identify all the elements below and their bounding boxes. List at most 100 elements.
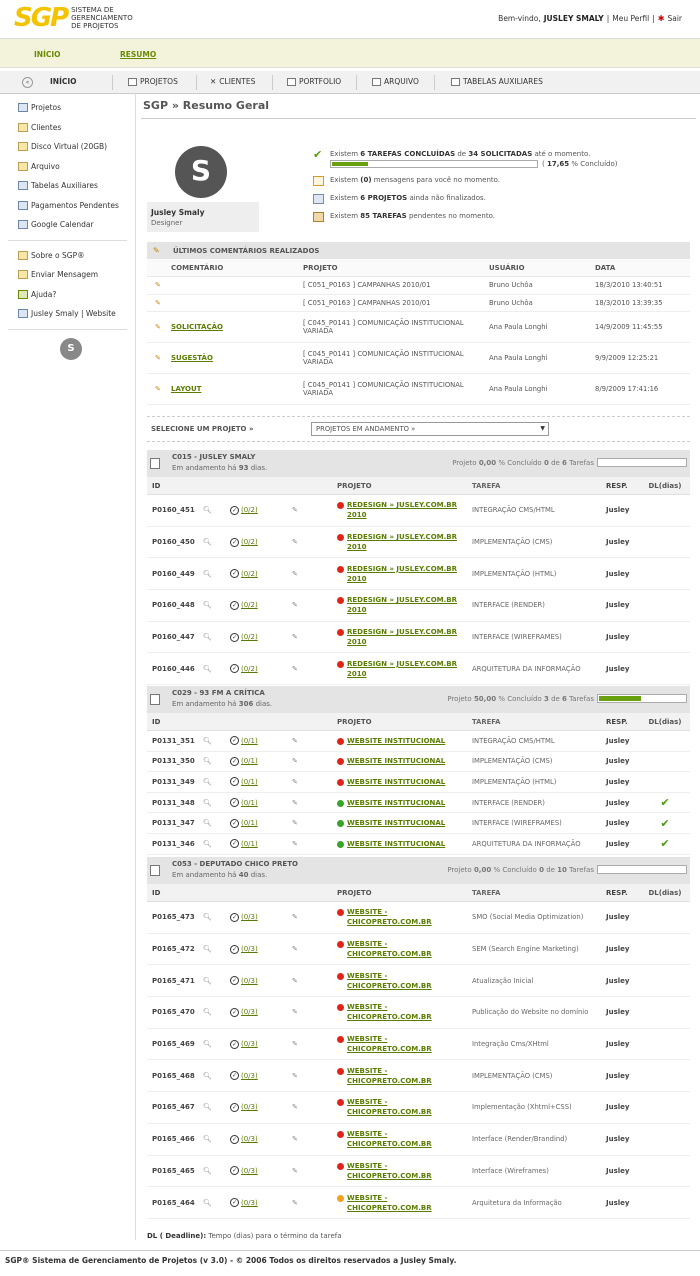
subtasks-link[interactable]: (0/2): [241, 633, 258, 641]
project-code[interactable]: [ C051_P0163 ]: [303, 281, 355, 289]
task-project-link[interactable]: REDESIGN » JUSLEY.COM.BR 2010: [347, 659, 472, 679]
nav-inicio[interactable]: INÍCIO: [50, 77, 77, 86]
sidebar-item-disco[interactable]: Disco Virtual (20GB): [0, 137, 135, 157]
attachment-icon[interactable]: ✎: [292, 1167, 337, 1175]
sidebar-item-sobre[interactable]: Sobre o SGP®: [0, 246, 135, 266]
project-title[interactable]: C053 - DEPUTADO CHICO PRETO: [172, 860, 298, 868]
task-id[interactable]: P0165_471: [147, 977, 203, 985]
magnifier-icon[interactable]: 🔍︎: [203, 1008, 230, 1016]
task-project-link[interactable]: WEBSITE INSTITUCIONAL: [347, 798, 445, 808]
sidebar-item-calendar[interactable]: Google Calendar: [0, 215, 135, 235]
task-id[interactable]: P0165_466: [147, 1135, 203, 1143]
logout-link[interactable]: Sair: [667, 14, 682, 23]
task-id[interactable]: P0131_348: [147, 799, 203, 807]
subtasks-link[interactable]: (0/3): [241, 1040, 258, 1048]
task-id[interactable]: P0160_451: [147, 506, 203, 514]
subtasks-link[interactable]: (0/3): [241, 1135, 258, 1143]
project-code[interactable]: [ C045_P0141 ]: [303, 381, 355, 389]
task-project-link[interactable]: WEBSITE INSTITUCIONAL: [347, 818, 445, 828]
nav-projetos[interactable]: PROJETOS: [128, 77, 178, 86]
attachment-icon[interactable]: ✎: [292, 665, 337, 673]
task-project-link[interactable]: WEBSITE - CHICOPRETO.COM.BR: [347, 971, 472, 991]
task-id[interactable]: P0165_468: [147, 1072, 203, 1080]
subtasks-link[interactable]: (0/1): [241, 840, 258, 848]
attachment-icon[interactable]: ✎: [292, 840, 337, 848]
project-code[interactable]: [ C045_P0141 ]: [303, 350, 355, 358]
task-project-link[interactable]: REDESIGN » JUSLEY.COM.BR 2010: [347, 500, 472, 520]
comment-link[interactable]: SOLICITAÇÃO: [171, 323, 223, 331]
subtasks-link[interactable]: (0/2): [241, 570, 258, 578]
magnifier-icon[interactable]: 🔍︎: [203, 945, 230, 953]
task-project-link[interactable]: REDESIGN » JUSLEY.COM.BR 2010: [347, 595, 472, 615]
sidebar-item-mensagem[interactable]: Enviar Mensagem: [0, 265, 135, 285]
task-id[interactable]: P0160_448: [147, 601, 203, 609]
attachment-icon[interactable]: ✎: [292, 977, 337, 985]
nav-back-button[interactable]: «: [22, 77, 33, 88]
attachment-icon[interactable]: ✎: [292, 737, 337, 745]
task-project-link[interactable]: WEBSITE INSTITUCIONAL: [347, 777, 445, 787]
task-id[interactable]: P0131_347: [147, 819, 203, 827]
task-id[interactable]: P0165_472: [147, 945, 203, 953]
magnifier-icon[interactable]: 🔍︎: [203, 840, 230, 848]
task-id[interactable]: P0165_470: [147, 1008, 203, 1016]
attachment-icon[interactable]: ✎: [292, 1008, 337, 1016]
project-select[interactable]: PROJETOS EM ANDAMENTO » ▼: [311, 422, 549, 436]
sidebar-item-ajuda[interactable]: Ajuda?: [0, 285, 135, 305]
subtasks-link[interactable]: (0/3): [241, 913, 258, 921]
subtasks-link[interactable]: (0/3): [241, 945, 258, 953]
magnifier-icon[interactable]: 🔍︎: [203, 799, 230, 807]
subtasks-link[interactable]: (0/3): [241, 977, 258, 985]
task-id[interactable]: P0160_449: [147, 570, 203, 578]
subtasks-link[interactable]: (0/2): [241, 506, 258, 514]
task-project-link[interactable]: REDESIGN » JUSLEY.COM.BR 2010: [347, 532, 472, 552]
attachment-icon[interactable]: ✎: [292, 538, 337, 546]
project-title[interactable]: C029 - 93 FM A CRÍTICA: [172, 689, 265, 697]
task-project-link[interactable]: REDESIGN » JUSLEY.COM.BR 2010: [347, 564, 472, 584]
magnifier-icon[interactable]: 🔍︎: [203, 570, 230, 578]
task-project-link[interactable]: WEBSITE - CHICOPRETO.COM.BR: [347, 1097, 472, 1117]
task-project-link[interactable]: WEBSITE - CHICOPRETO.COM.BR: [347, 1193, 472, 1213]
attachment-icon[interactable]: ✎: [292, 1199, 337, 1207]
task-id[interactable]: P0131_351: [147, 737, 203, 745]
sidebar-item-clientes[interactable]: Clientes: [0, 118, 135, 138]
magnifier-icon[interactable]: 🔍︎: [203, 757, 230, 765]
task-id[interactable]: P0160_446: [147, 665, 203, 673]
attachment-icon[interactable]: ✎: [292, 633, 337, 641]
project-title[interactable]: C015 - JUSLEY SMALY: [172, 453, 255, 461]
magnifier-icon[interactable]: 🔍︎: [203, 1072, 230, 1080]
attachment-icon[interactable]: ✎: [292, 601, 337, 609]
task-id[interactable]: P0165_467: [147, 1103, 203, 1111]
subtasks-link[interactable]: (0/1): [241, 737, 258, 745]
task-id[interactable]: P0131_350: [147, 757, 203, 765]
magnifier-icon[interactable]: 🔍︎: [203, 665, 230, 673]
sidebar-item-website[interactable]: Jusley Smaly | Website: [0, 304, 135, 324]
attachment-icon[interactable]: ✎: [292, 913, 337, 921]
attachment-icon[interactable]: ✎: [292, 757, 337, 765]
sidebar-item-pagamentos[interactable]: Pagamentos Pendentes: [0, 196, 135, 216]
logout-icon[interactable]: ✱: [658, 14, 665, 23]
attachment-icon[interactable]: ✎: [292, 1135, 337, 1143]
attachment-icon[interactable]: ✎: [292, 506, 337, 514]
subtasks-link[interactable]: (0/1): [241, 819, 258, 827]
task-project-link[interactable]: WEBSITE - CHICOPRETO.COM.BR: [347, 939, 472, 959]
nav-arquivo[interactable]: ARQUIVO: [372, 77, 419, 86]
subtasks-link[interactable]: (0/3): [241, 1072, 258, 1080]
task-project-link[interactable]: WEBSITE INSTITUCIONAL: [347, 839, 445, 849]
magnifier-icon[interactable]: 🔍︎: [203, 538, 230, 546]
sidebar-item-tabelas[interactable]: Tabelas Auxiliares: [0, 176, 135, 196]
magnifier-icon[interactable]: 🔍︎: [203, 778, 230, 786]
subtasks-link[interactable]: (0/2): [241, 601, 258, 609]
task-id[interactable]: P0160_447: [147, 633, 203, 641]
subtasks-link[interactable]: (0/3): [241, 1199, 258, 1207]
comment-link[interactable]: LAYOUT: [171, 385, 201, 393]
task-id[interactable]: P0165_469: [147, 1040, 203, 1048]
magnifier-icon[interactable]: 🔍︎: [203, 601, 230, 609]
attachment-icon[interactable]: ✎: [292, 778, 337, 786]
profile-link[interactable]: Meu Perfil: [612, 14, 649, 23]
attachment-icon[interactable]: ✎: [292, 1040, 337, 1048]
breadcrumb-resumo[interactable]: RESUMO: [120, 50, 156, 59]
task-project-link[interactable]: WEBSITE - CHICOPRETO.COM.BR: [347, 907, 472, 927]
magnifier-icon[interactable]: 🔍︎: [203, 1040, 230, 1048]
magnifier-icon[interactable]: 🔍︎: [203, 737, 230, 745]
task-id[interactable]: P0165_464: [147, 1199, 203, 1207]
